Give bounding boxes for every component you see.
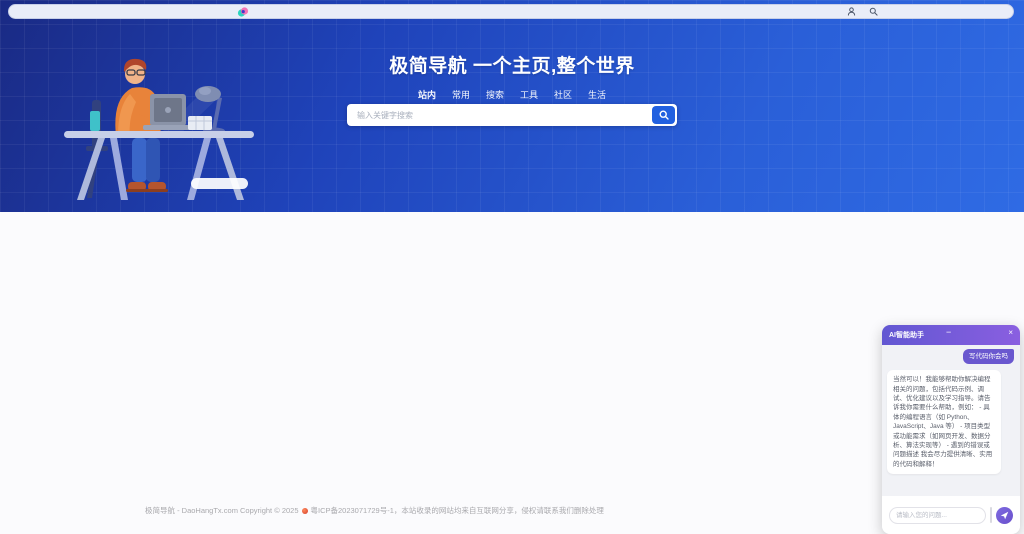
hero-banner: 极简导航 一个主页,整个世界 站内 常用 搜索 工具 社区 生活 xyxy=(0,0,1024,212)
close-icon[interactable]: × xyxy=(1008,328,1013,337)
search-input[interactable] xyxy=(355,110,652,121)
send-button[interactable] xyxy=(996,507,1013,524)
decorative-pill xyxy=(191,178,248,189)
chat-scrollbar-divider xyxy=(990,507,992,523)
search-bar xyxy=(347,104,677,126)
chat-title: AI智能助手 xyxy=(889,330,924,340)
search-button[interactable] xyxy=(652,106,675,124)
site-logo-icon[interactable] xyxy=(237,6,249,18)
chat-messages: 写代码你会吗 当然可以！我能够帮助你解决编程相关的问题，包括代码示例、调试、优化… xyxy=(882,345,1020,494)
page-footer: 极简导航 - DaoHangTx.com Copyright © 2025 粤I… xyxy=(145,505,604,516)
paper-plane-icon xyxy=(1000,511,1009,520)
copyright-text: 极简导航 - DaoHangTx.com Copyright © 2025 xyxy=(145,505,299,516)
search-icon[interactable] xyxy=(869,7,878,16)
icp-badge-icon xyxy=(302,508,308,514)
chat-header: AI智能助手 − × xyxy=(882,325,1020,345)
topbar-actions xyxy=(847,7,878,16)
user-message-bubble: 写代码你会吗 xyxy=(963,349,1014,364)
ai-message-bubble: 当然可以！我能够帮助你解决编程相关的问题，包括代码示例、调试、优化建议以及学习指… xyxy=(887,370,1001,474)
chat-input-row xyxy=(882,496,1020,534)
icp-record-link[interactable]: 粤ICP备2023071729号-1，本站收录的网站均来自互联网分享，侵权请联系… xyxy=(311,505,604,516)
minimize-icon[interactable]: − xyxy=(946,327,951,337)
chat-input[interactable] xyxy=(889,507,986,524)
page-title: 极简导航 一个主页,整个世界 xyxy=(0,51,1024,78)
user-icon[interactable] xyxy=(847,7,856,16)
magnifier-icon xyxy=(659,110,669,120)
ai-chat-widget: AI智能助手 − × 写代码你会吗 当然可以！我能够帮助你解决编程相关的问题，包… xyxy=(882,325,1020,534)
top-navigation-bar xyxy=(8,4,1014,19)
